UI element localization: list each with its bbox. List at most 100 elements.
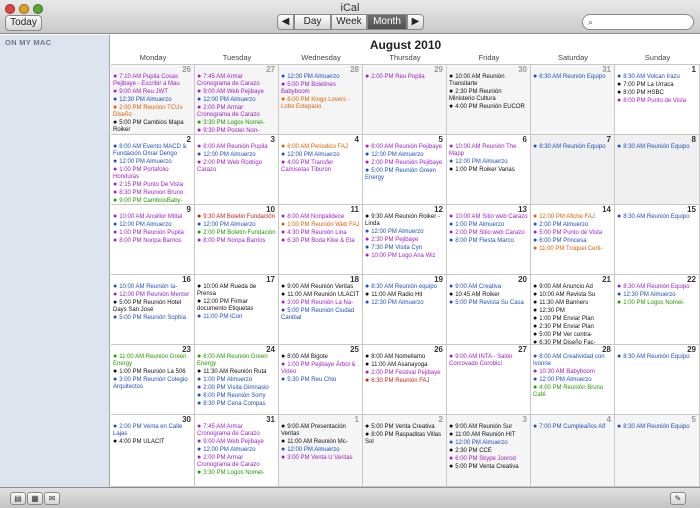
calendar-event[interactable]: ● 8:00 PM Fiesta Marco (449, 237, 528, 245)
calendar-event[interactable]: ● 12:00 PM Almuerzo (365, 151, 444, 159)
day-cell[interactable]: 11 ● 8:00 AM Nonpalidece ● 1:00 PM Reunión… (279, 205, 363, 275)
day-cell[interactable]: 12 ● 9:30 AM Reunión Roiker - Linda ● 12:0… (363, 205, 447, 275)
calendar-event[interactable]: ● 2:15 PM Punto De Vista (113, 181, 192, 189)
calendar-event[interactable]: ● 8:30 AM Reunión Equipo (617, 423, 697, 431)
calendar-event[interactable]: ● 2:00 PM Sitio web Carazo (449, 229, 528, 237)
day-cell[interactable]: 7 ● 8:30 AM Reunión Equipo (531, 135, 615, 205)
calendar-event[interactable]: ● 4:00 PM Transfer Camisetas Tiburon (281, 159, 360, 174)
calendar-event[interactable]: ● 6:30 PM Boda Kike & Ela (281, 237, 360, 245)
calendar-event[interactable]: ● 11:00 AM Asanayoga (365, 361, 444, 369)
day-cell[interactable]: 2 ● 8:00 AM Evento MACD & Fundación Omar … (111, 135, 195, 205)
calendar-event[interactable]: ● 10:00 AM Rueda de Prensa (197, 283, 276, 298)
day-cell[interactable]: 5 ● 8:00 AM Reunión Pejibaye ● 12:00 PM Al… (363, 135, 447, 205)
day-cell[interactable]: 3 ● 9:00 AM Reunión Sur ● 11:00 AM Reunión… (447, 415, 531, 487)
calendar-event[interactable]: ● 9:00 AM Reu JWT (113, 88, 192, 96)
calendar-event[interactable]: ● 12:00 PM Almuerzo (197, 151, 276, 159)
calendar-event[interactable]: ● 1:00 PM Pejibaye Árbol & Video (281, 361, 360, 376)
calendar-event[interactable]: ● 2:00 PM Almuerzo (533, 221, 612, 229)
calendar-event[interactable]: ● 10:30 AM Babyboom (533, 368, 612, 376)
calendar-event[interactable]: ● 11:00 PM Troquel Certi- (533, 245, 612, 253)
calendar-event[interactable]: ● 8:00 AM Reunión Green Energy (197, 353, 276, 368)
day-cell[interactable]: 29 ● 2:00 PM Reu Pupila (363, 65, 447, 135)
day-cell[interactable]: 26 ● 8:00 AM Nomellamo ● 11:00 AM Asanayog… (363, 345, 447, 415)
day-cell[interactable]: 28 ● 8:00 AM Creatividad con Ivonne ● 10:3… (531, 345, 615, 415)
calendar-event[interactable]: ● 1:00 PM Roiker Varias (449, 166, 528, 174)
day-cell[interactable]: 19 ● 8:30 AM Reunión equipo ● 11:00 AM Rad… (363, 275, 447, 345)
calendar-event[interactable]: ● 1:00 PM Logos Nomel- (617, 299, 697, 307)
calendar-event[interactable]: ● 8:00 PM Nonpa Barrios (197, 237, 276, 245)
calendar-event[interactable]: ● 8:00 AM Nomellamo (365, 353, 444, 361)
show-calendar-list-button[interactable]: ▤ (10, 492, 26, 505)
calendar-event[interactable]: ● 10:00 AM Reunión Ia- (113, 283, 192, 291)
day-cell[interactable]: 9 ● 10:00 AM Arcellor Mittal ● 12:00 PM Al… (111, 205, 195, 275)
calendar-event[interactable]: ● 2:00 PM Web Rodrigo Carazo (197, 159, 276, 174)
calendar-event[interactable]: ● 2:30 PM Enviar Plan (533, 323, 612, 331)
calendar-event[interactable]: ● 10:00 AM Revista Su (533, 291, 612, 299)
calendar-event[interactable]: ● 1:00 PM Reunión Pupila (113, 229, 192, 237)
calendar-event[interactable]: ● 9:00 AM Creativa (449, 283, 528, 291)
search-input[interactable] (599, 16, 689, 28)
calendar-event[interactable]: ● 10:00 AM Sitio web Carazo (449, 213, 528, 221)
day-cell[interactable]: 27 ● 9:00 AM INTA - Salón Corcovado Corob… (447, 345, 531, 415)
calendar-event[interactable]: ● 9:00 AM Presentación Veritas (281, 423, 360, 438)
calendar-event[interactable]: ● 11:00 AM Reunión Mc- (281, 438, 360, 446)
calendar-event[interactable]: ● 6:30 PM Reunión FAJ (365, 377, 444, 385)
calendar-event[interactable]: ● 4:00 PM Reunión EUCOR (449, 103, 528, 111)
calendar-event[interactable]: ● 8:00 AM Reunión Pupila (197, 143, 276, 151)
calendar-event[interactable]: ● 6:00 PM Princesa (533, 237, 612, 245)
next-month-button[interactable]: ▶ (407, 14, 424, 30)
calendar-event[interactable]: ● 6:00 PM Skype Jonrod (449, 455, 528, 463)
calendar-event[interactable]: ● 4:00 PM ULACIT (113, 438, 192, 446)
calendar-event[interactable]: ● 2:00 PM Reunion TCUs Diseño (113, 104, 192, 119)
calendar-event[interactable]: ● 9:00 AM Reunión Sur (449, 423, 528, 431)
calendar-event[interactable]: ● 11:00 AM Reunión Green Energy (113, 353, 192, 368)
calendar-event[interactable]: ● 5:00 PM Reunión Green Energy (365, 167, 444, 182)
calendar-event[interactable]: ● 8:00 PM Nonpa Barrios (113, 237, 192, 245)
calendar-event[interactable]: ● 8:30 PM Cena Compas (197, 400, 276, 408)
day-cell[interactable]: 30 ● 2:00 PM Venta en Calle Lajas ● 4:00 P… (111, 415, 195, 487)
day-cell[interactable]: 10 ● 9:30 AM Boletin Fundación ● 12:00 PM … (195, 205, 279, 275)
calendar-event[interactable]: ● 3:30 PM Logos Nomel- (197, 469, 276, 477)
calendar-event[interactable]: ● 5:00 PM Boletines Babyboom (281, 81, 360, 96)
calendar-event[interactable]: ● 7:10 AM Pupila Cosas Pejibaye - Escrib… (113, 73, 192, 88)
calendar-event[interactable]: ● 12:00 PM Almuerzo (113, 221, 192, 229)
day-cell[interactable]: 23 ● 11:00 AM Reunión Green Energy ● 1:00 … (111, 345, 195, 415)
day-cell[interactable]: 24 ● 8:00 AM Reunión Green Energy ● 11:30 … (195, 345, 279, 415)
calendar-event[interactable]: ● 5:00 PM Venta Creativa (365, 423, 444, 431)
calendar-event[interactable]: ● 1:00 PM Enviar Plan (533, 315, 612, 323)
calendar-event[interactable]: ● 5:00 PM Cambios Mapa Roiker (113, 119, 192, 134)
day-cell[interactable]: 18 ● 9:00 AM Reunión Veritas ● 11:00 AM Re… (279, 275, 363, 345)
day-cell[interactable]: 31 ● 8:30 AM Reunión Equipo (531, 65, 615, 135)
calendar-event[interactable]: ● 8:30 AM Reunión Equipo (533, 143, 612, 151)
calendar-event[interactable]: ● 2:00 PM Boletín Fundación (197, 229, 276, 237)
calendar-event[interactable]: ● 2:30 PM Pejibaye (365, 236, 444, 244)
day-cell[interactable]: 8 ● 8:30 AM Reunión Equipo (615, 135, 700, 205)
calendar-event[interactable]: ● 8:30 AM Reunión Equipo (617, 353, 697, 361)
calendar-event[interactable]: ● 2:30 PM CCE (449, 447, 528, 455)
day-cell[interactable]: 21 ● 9:00 AM Anuncio Ad ● 10:00 AM Revista… (531, 275, 615, 345)
calendar-event[interactable]: ● 12:00 PM Almuerzo (365, 228, 444, 236)
calendar-event[interactable]: ● 12:30 PM Almuerzo (113, 96, 192, 104)
calendar-event[interactable]: ● 8:30 AM Reunión equipo (365, 283, 444, 291)
show-notifications-button[interactable]: ✉ (44, 492, 60, 505)
day-cell[interactable]: 3 ● 8:00 AM Reunión Pupila ● 12:00 PM Almu… (195, 135, 279, 205)
calendar-event[interactable]: ● 2:00 PM Reunión Pejibaye (365, 159, 444, 167)
calendar-event[interactable]: ● 8:00 AM Bigote (281, 353, 360, 361)
calendar-event[interactable]: ● 7:30 PM Visita Cyn (365, 244, 444, 252)
calendar-event[interactable]: ● 9:00 AM INTA - Salón Corcovado Corobic… (449, 353, 528, 368)
calendar-event[interactable]: ● 10:00 AM Reunión The Mapp (449, 143, 528, 158)
calendar-event[interactable]: ● 8:00 AM Creatividad con Ivonne (533, 353, 612, 368)
calendar-event[interactable]: ● 1:00 PM Reunión Web FAJ (281, 221, 360, 229)
calendar-event[interactable]: ● 10:00 AM Reunión Transitarte (449, 73, 528, 88)
previous-month-button[interactable]: ◀ (277, 14, 294, 30)
calendar-event[interactable]: ● 3:30 PM Logos Nomel- (197, 119, 276, 127)
calendar-event[interactable]: ● 2:00 PM Festival Pejibaye (365, 369, 444, 377)
calendar-event[interactable]: ● 11:00 PM iCon (197, 313, 276, 321)
day-cell[interactable]: 15 ● 8:30 AM Reunión Equipo (615, 205, 700, 275)
day-cell[interactable]: 2 ● 5:00 PM Venta Creativa ● 8:00 PM Raspa… (363, 415, 447, 487)
calendar-event[interactable]: ● 1:00 PM Portafolio Honduras (113, 166, 192, 181)
calendar-event[interactable]: ● 12:00 PM Almuerzo (449, 158, 528, 166)
calendar-event[interactable]: ● 2:30 PM Reunión Ministerio Cultura (449, 88, 528, 103)
calendar-event[interactable]: ● 5:00 PM Venta Creativa (449, 463, 528, 471)
calendar-event[interactable]: ● 2:00 PM Venta en Calle Lajas (113, 423, 192, 438)
